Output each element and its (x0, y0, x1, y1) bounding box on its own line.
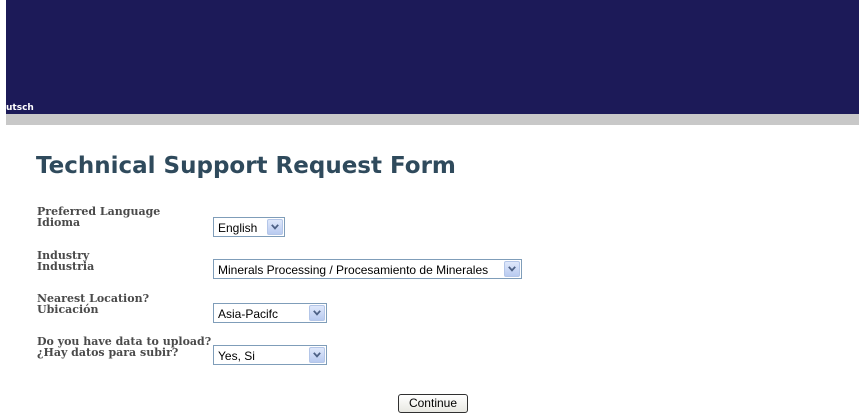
location-label-es: Ubicación (37, 303, 99, 316)
header-divider-bar (6, 114, 859, 125)
data-upload-select[interactable]: Yes, Si (213, 345, 327, 365)
language-link-deutsch[interactable]: utsch (6, 103, 34, 113)
continue-button[interactable]: Continue (398, 394, 468, 413)
industry-select-value: Minerals Processing / Procesamiento de M… (218, 263, 489, 277)
page-title: Technical Support Request Form (36, 153, 456, 179)
chevron-down-icon[interactable] (267, 219, 283, 235)
industry-label-es: Industria (37, 260, 95, 273)
language-select-value: English (218, 221, 258, 235)
chevron-down-icon[interactable] (309, 305, 325, 321)
location-label: Nearest Location? Ubicación (37, 293, 149, 315)
language-select[interactable]: English (213, 217, 285, 237)
industry-select[interactable]: Minerals Processing / Procesamiento de M… (213, 259, 522, 279)
language-label-es: Idioma (37, 216, 81, 229)
industry-label: Industry Industria (37, 250, 94, 272)
data-upload-label-es: ¿Hay datos para subir? (37, 346, 179, 359)
location-select-value: Asia-Pacifc (218, 307, 279, 321)
language-label: Preferred Language Idioma (37, 206, 160, 228)
data-upload-select-value: Yes, Si (218, 349, 255, 363)
header-banner: utsch (6, 0, 859, 114)
location-select[interactable]: Asia-Pacifc (213, 303, 327, 323)
data-upload-label: Do you have data to upload? ¿Hay datos p… (37, 336, 211, 358)
chevron-down-icon[interactable] (309, 347, 325, 363)
chevron-down-icon[interactable] (504, 261, 520, 277)
